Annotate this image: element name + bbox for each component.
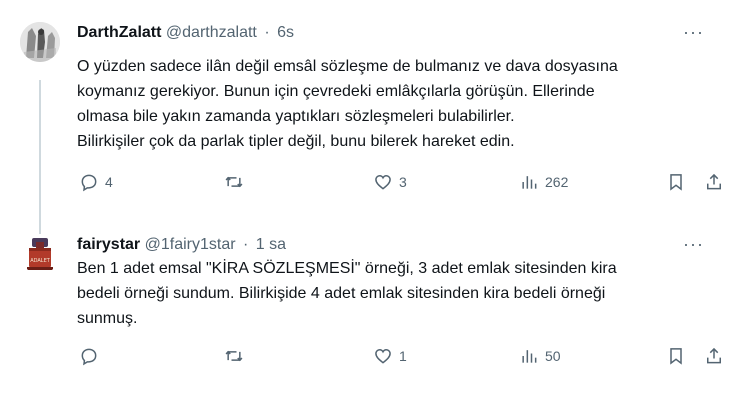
- tweet-text-line: O yüzden sadece ilân değil emsâl sözleşm…: [77, 58, 618, 75]
- view-count: 50: [545, 348, 561, 364]
- more-icon[interactable]: ···: [683, 22, 704, 43]
- views-button[interactable]: 262: [519, 172, 568, 192]
- tweet-text: Ben 1 adet emsal "KİRA SÖZLEŞMESİ" örneğ…: [77, 256, 717, 331]
- separator-dot: ·: [243, 236, 249, 253]
- share-icon: [707, 173, 721, 190]
- tweet-text-line: Ben 1 adet emsal "KİRA SÖZLEŞMESİ" örneğ…: [77, 260, 617, 277]
- display-name[interactable]: DarthZalatt: [77, 24, 161, 41]
- separator-dot: ·: [264, 24, 270, 41]
- tweet-text: O yüzden sadece ilân değil emsâl sözleşm…: [77, 54, 717, 154]
- timestamp[interactable]: 6s: [277, 24, 294, 41]
- view-count: 262: [545, 174, 569, 190]
- tweet-text-line: sunmuş.: [77, 310, 138, 327]
- retweet-icon: [225, 176, 243, 188]
- retweet-icon: [225, 350, 243, 362]
- tweet-actions: 4 3 262: [77, 172, 727, 196]
- retweet-button[interactable]: [224, 346, 250, 366]
- like-button[interactable]: 1: [373, 346, 407, 366]
- tweet-text-line: bedeli örneği sundum. Bilirkişide 4 adet…: [77, 285, 606, 302]
- avatar-image: ADALET: [20, 234, 60, 274]
- reply-icon: [81, 174, 97, 192]
- reply-icon: [81, 348, 97, 366]
- bookmark-icon: [670, 174, 682, 191]
- heart-icon: [375, 348, 391, 364]
- avatar[interactable]: [20, 22, 60, 62]
- share-button[interactable]: [704, 346, 724, 366]
- like-count: 3: [399, 174, 407, 190]
- avatar[interactable]: ADALET: [20, 234, 60, 274]
- like-button[interactable]: 3: [373, 172, 407, 192]
- user-handle[interactable]: @darthzalatt: [166, 24, 257, 41]
- tweet-header: fairystar @1fairy1star · 1 sa: [77, 236, 286, 258]
- more-icon[interactable]: ···: [683, 234, 704, 255]
- like-count: 1: [399, 348, 407, 364]
- share-icon: [707, 347, 721, 364]
- tweet-text-line: Bilirkişiler çok da parlak tipler değil,…: [77, 133, 515, 150]
- tweet-actions: 1 50: [77, 346, 727, 370]
- share-button[interactable]: [704, 172, 724, 192]
- avatar-badge-text: ADALET: [30, 258, 51, 264]
- timestamp[interactable]: 1 sa: [256, 236, 286, 253]
- tweet-text-line: koymanız gerekiyor. Bunun için çevredeki…: [77, 83, 595, 100]
- bookmark-icon: [670, 348, 682, 365]
- conversation-thread: DarthZalatt @darthzalatt · 6s ··· O yüzd…: [0, 0, 730, 420]
- retweet-button[interactable]: [224, 172, 250, 192]
- views-icon: [522, 350, 537, 363]
- bookmark-button[interactable]: [666, 172, 686, 192]
- reply-count: 4: [105, 174, 113, 190]
- bookmark-button[interactable]: [666, 346, 686, 366]
- thread-line: [39, 80, 41, 234]
- tweet-text-line: olmasa bile yakın zamanda yaptıkları söz…: [77, 108, 515, 125]
- user-handle[interactable]: @1fairy1star: [145, 236, 236, 253]
- tweet-header: DarthZalatt @darthzalatt · 6s: [77, 24, 294, 46]
- heart-icon: [375, 174, 391, 190]
- views-icon: [522, 176, 537, 189]
- views-button[interactable]: 50: [519, 346, 561, 366]
- reply-button[interactable]: [79, 346, 105, 366]
- reply-button[interactable]: 4: [79, 172, 113, 192]
- avatar-image: [20, 22, 60, 62]
- display-name[interactable]: fairystar: [77, 236, 140, 253]
